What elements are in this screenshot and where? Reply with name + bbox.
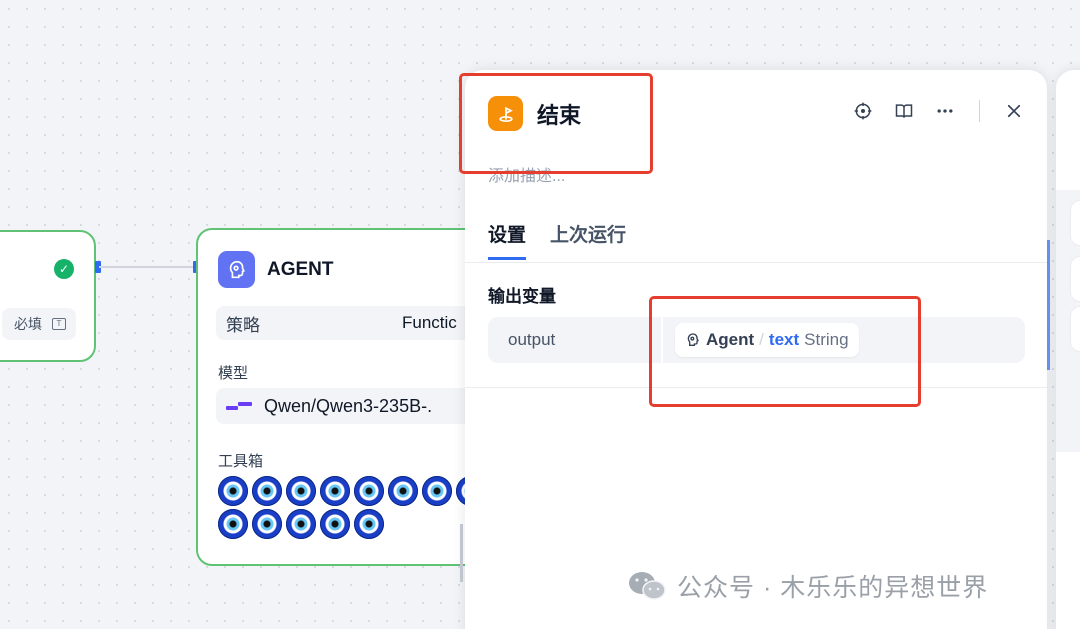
strategy-field[interactable]: 策略 Functic: [216, 306, 494, 340]
tool-icon[interactable]: [252, 476, 282, 506]
tool-icon[interactable]: [388, 476, 418, 506]
model-label: 模型: [218, 365, 249, 382]
secondary-panel-item[interactable]: [1070, 306, 1080, 352]
more-icon[interactable]: [934, 100, 956, 122]
tool-icon[interactable]: [354, 509, 384, 539]
tool-icon[interactable]: [320, 509, 350, 539]
tool-icon[interactable]: [320, 476, 350, 506]
tool-icon[interactable]: [252, 509, 282, 539]
model-selector[interactable]: Qwen/Qwen3-235B-.: [216, 388, 494, 424]
agent-brain-icon: [218, 251, 255, 288]
tool-icon[interactable]: [422, 476, 452, 506]
tool-icon[interactable]: [218, 476, 248, 506]
secondary-panel-item[interactable]: [1070, 256, 1080, 302]
wechat-icon: [629, 572, 666, 600]
agent-node[interactable]: AGENT 策略 Functic 模型 Qwen/Qwen3-235B-. 工具…: [196, 228, 496, 566]
output-name-field[interactable]: output: [488, 317, 663, 363]
required-label: 必填: [14, 316, 42, 332]
success-check-icon: ✓: [54, 259, 74, 279]
close-icon[interactable]: [1003, 100, 1025, 122]
secondary-panel-item[interactable]: [1070, 200, 1080, 246]
strategy-value: Functic: [402, 313, 457, 332]
book-icon[interactable]: [893, 100, 915, 122]
panel-tabs: 设置 上次运行: [488, 220, 626, 260]
title-highlight-box: [459, 73, 653, 174]
watermark: 公众号 · 木乐乐的异想世界: [627, 568, 988, 604]
tool-icon[interactable]: [286, 509, 316, 539]
watermark-text: 公众号 · 木乐乐的异想世界: [677, 574, 989, 602]
toolbox-label: 工具箱: [218, 453, 264, 470]
agent-node-title: AGENT: [267, 258, 334, 280]
tool-icon[interactable]: [218, 509, 248, 539]
panel-resize-handle[interactable]: [1047, 240, 1050, 370]
previous-node[interactable]: ✓ 必填 T: [0, 230, 96, 362]
strategy-label: 策略: [226, 315, 260, 335]
tab-divider: [465, 262, 1047, 263]
model-name: Qwen/Qwen3-235B-.: [264, 395, 433, 416]
toolbox-list: [218, 476, 494, 539]
variable-highlight-box: [649, 296, 921, 407]
connection-edge[interactable]: [99, 266, 195, 268]
output-variables-label: 输出变量: [488, 287, 556, 306]
tab-last-run[interactable]: 上次运行: [550, 220, 626, 260]
toolbar-divider: [979, 100, 980, 122]
secondary-panel: [1056, 70, 1080, 629]
locate-icon[interactable]: [852, 100, 874, 122]
scroll-indicator: [460, 524, 463, 582]
tool-icon[interactable]: [354, 476, 384, 506]
tool-icon[interactable]: [286, 476, 316, 506]
qwen-logo-icon: [226, 400, 252, 412]
required-field-chip: 必填 T: [2, 308, 76, 340]
tab-settings[interactable]: 设置: [488, 220, 527, 260]
text-field-icon: T: [52, 318, 66, 330]
